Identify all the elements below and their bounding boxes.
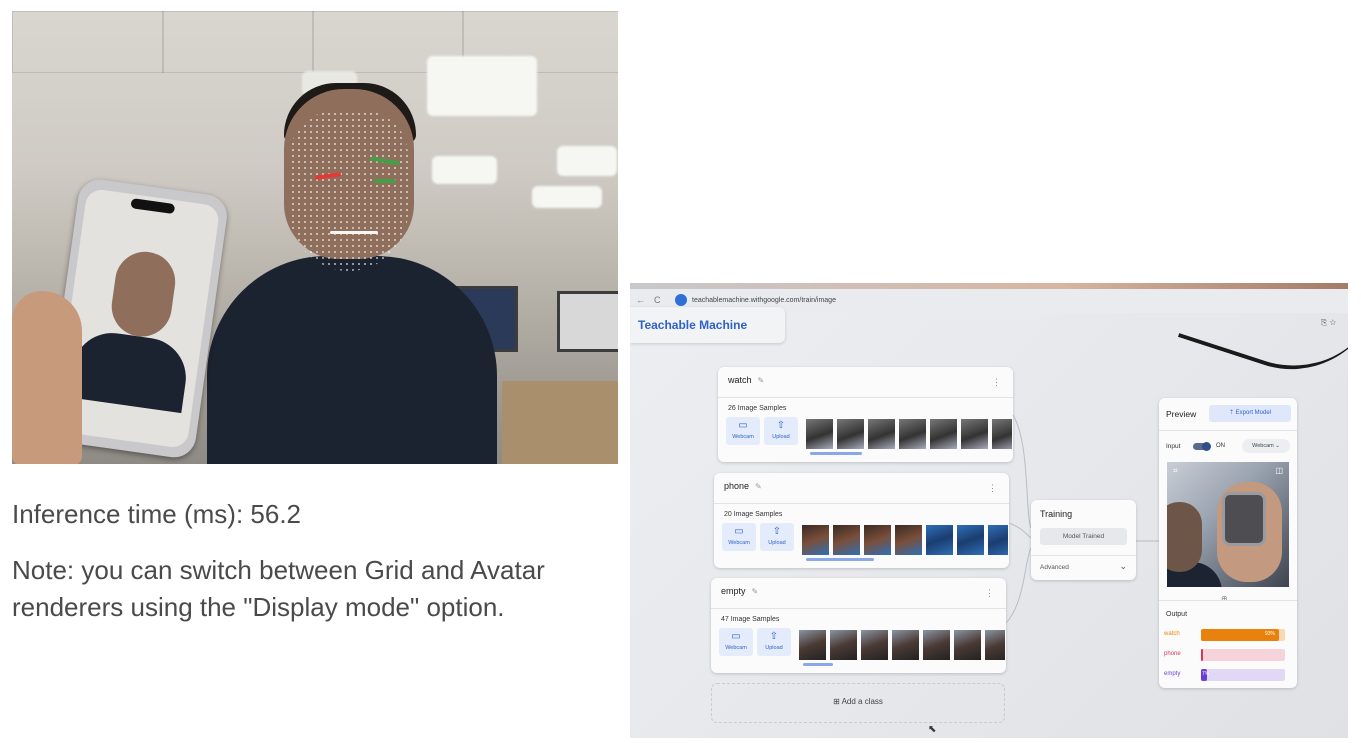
output-class-name: empty <box>1164 671 1181 677</box>
divider <box>1159 600 1297 601</box>
export-icon: ⇡ <box>1228 410 1234 416</box>
resize-handle-icon[interactable]: ⊕ <box>1221 594 1228 603</box>
face-mesh-video-frame <box>12 11 618 464</box>
hand <box>12 291 82 464</box>
confidence-track: 7% <box>1201 669 1285 681</box>
mouse-cursor-icon: ⬉ <box>928 724 937 735</box>
output-row-empty: empty 7% <box>1164 669 1292 681</box>
output-label: Output <box>1166 611 1188 618</box>
model-trained-button[interactable]: Model Trained <box>1040 528 1127 545</box>
input-source-value: Webcam <box>1252 443 1274 449</box>
ceiling-tile <box>12 11 164 73</box>
output-class-name: watch <box>1164 631 1180 637</box>
ceiling-light <box>557 146 617 176</box>
connector-line <box>1012 414 1032 529</box>
inference-label: Inference time (ms): <box>12 499 244 529</box>
lips-landmark <box>330 231 378 234</box>
confidence-percent: 93% <box>1265 631 1276 637</box>
ceiling-light <box>427 56 537 116</box>
add-class-button[interactable]: ⊞ Add a class <box>711 683 1005 723</box>
inference-value: 56.2 <box>250 499 302 529</box>
phone-person-torso <box>68 327 192 414</box>
chevron-down-icon[interactable]: ⌄ <box>1119 561 1127 572</box>
advanced-row[interactable]: Advanced ⌄ <box>1031 555 1136 571</box>
output-class-name: phone <box>1164 651 1181 657</box>
input-source-select[interactable]: Webcam ⌄ <box>1242 439 1290 453</box>
output-row-watch: watch 93% <box>1164 629 1292 641</box>
person-torso <box>207 256 497 464</box>
office-monitor <box>557 291 618 352</box>
flip-icon[interactable]: ◫ <box>1275 466 1283 475</box>
chevron-down-icon: ⌄ <box>1275 443 1280 449</box>
preview-card: Preview ⇡ Export Model Input ON Webcam ⌄… <box>1159 398 1297 688</box>
add-box-icon: ⊞ <box>833 697 840 706</box>
inference-time-text: Inference time (ms): 56.2 <box>12 499 301 530</box>
export-label: Export Model <box>1235 410 1272 416</box>
teachable-machine-photo: ← C teachablemachine.withgoogle.com/trai… <box>630 283 1348 738</box>
webcam-preview: ⌗ ◫ <box>1167 462 1289 587</box>
preview-person-face <box>1167 502 1202 572</box>
ceiling-light <box>532 186 602 208</box>
connector-line <box>1008 522 1032 539</box>
advanced-label: Advanced <box>1040 564 1069 571</box>
input-state: ON <box>1216 443 1225 449</box>
face-mesh-overlay <box>290 111 408 271</box>
right-eye-landmark <box>374 179 396 183</box>
training-title: Training <box>1040 509 1073 519</box>
training-card: Training Model Trained Advanced ⌄ <box>1031 500 1136 580</box>
connector-line <box>1005 547 1032 624</box>
confidence-track <box>1201 649 1285 661</box>
export-model-button[interactable]: ⇡ Export Model <box>1209 405 1291 422</box>
phone-person-face <box>107 247 180 341</box>
ceiling-light <box>432 156 497 184</box>
phone-notch <box>130 198 176 215</box>
divider <box>1159 430 1297 431</box>
preview-watch <box>1222 492 1266 546</box>
output-row-phone: phone <box>1164 649 1292 661</box>
confidence-percent: 7% <box>1202 671 1210 677</box>
confidence-bar <box>1201 649 1203 661</box>
crop-icon[interactable]: ⌗ <box>1173 466 1178 476</box>
ceiling-tile <box>162 11 314 73</box>
add-class-label: Add a class <box>841 697 883 706</box>
input-toggle[interactable] <box>1193 442 1211 451</box>
confidence-track: 93% <box>1201 629 1285 641</box>
office-desk <box>502 381 618 464</box>
preview-title: Preview <box>1166 409 1197 419</box>
display-mode-note: Note: you can switch between Grid and Av… <box>12 555 545 622</box>
input-label: Input <box>1166 443 1181 450</box>
